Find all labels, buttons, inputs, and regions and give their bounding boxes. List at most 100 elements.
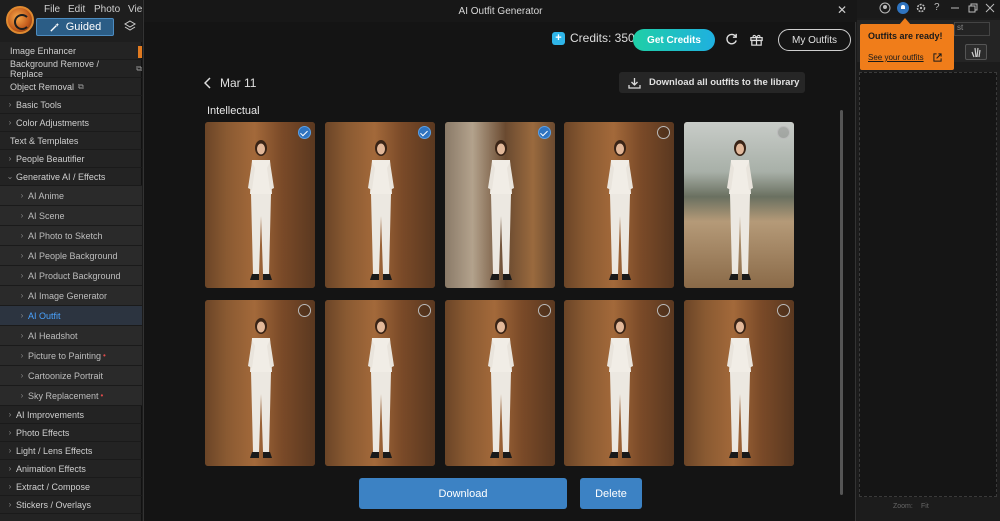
checked-checkbox-icon[interactable] <box>538 126 551 139</box>
tool-item-label: Object Removal <box>10 81 75 92</box>
canvas-area[interactable] <box>859 72 997 497</box>
notification-icon[interactable] <box>897 2 909 14</box>
tool-item-label: Background Remove / Replace <box>10 58 100 79</box>
chevron-right-icon: › <box>8 428 12 437</box>
menu-view[interactable]: View <box>128 4 142 15</box>
panel-dropdown[interactable]: st <box>954 22 990 36</box>
tool-item-extract-compose[interactable]: › Extract / Compose <box>0 478 142 496</box>
tool-item-ai-anime[interactable]: › AI Anime <box>0 186 142 206</box>
hand-tool-icon[interactable] <box>965 44 987 60</box>
gear-icon[interactable] <box>915 2 927 14</box>
app-topbar: File Edit Photo View Guided <box>0 0 142 42</box>
close-icon[interactable]: ✕ <box>835 3 849 17</box>
chevron-down-icon: ⌄ <box>6 172 14 181</box>
see-outfits-link[interactable]: See your outfits <box>868 53 924 62</box>
tool-item-photo-effects[interactable]: › Photo Effects <box>0 424 142 442</box>
grid-scrollbar[interactable] <box>840 110 843 495</box>
tool-item-light-lens-effects[interactable]: › Light / Lens Effects <box>0 442 142 460</box>
right-workspace-panel: ? Zoom: Fit <box>857 0 1000 521</box>
tool-item-generative-ai-effects[interactable]: ⌄ Generative AI / Effects <box>0 168 142 186</box>
download-button[interactable]: Download <box>359 478 567 509</box>
outfit-thumbnail[interactable] <box>445 122 555 288</box>
unchecked-checkbox-icon[interactable] <box>298 304 311 317</box>
new-badge-icon: • <box>100 391 104 400</box>
chevron-right-icon: › <box>8 482 12 491</box>
tool-item-object-removal[interactable]: Object Removal ⧉ <box>0 78 142 96</box>
unchecked-checkbox-icon[interactable] <box>418 304 431 317</box>
tool-item-color-adjustments[interactable]: › Color Adjustments <box>0 114 142 132</box>
back-button[interactable]: Mar 11 <box>204 76 256 90</box>
tool-item-basic-tools[interactable]: › Basic Tools <box>0 96 142 114</box>
tool-item-ai-scene[interactable]: › AI Scene <box>0 206 142 226</box>
unchecked-checkbox-icon[interactable] <box>657 126 670 139</box>
tool-item-image-enhancer[interactable]: Image Enhancer <box>0 42 142 60</box>
delete-button[interactable]: Delete <box>580 478 642 509</box>
outfit-thumbnail[interactable] <box>325 122 435 288</box>
tool-item-stickers-overlays[interactable]: › Stickers / Overlays <box>0 496 142 514</box>
chevron-right-icon: › <box>20 331 24 340</box>
chevron-right-icon: › <box>20 231 24 240</box>
my-outfits-button[interactable]: My Outfits <box>778 29 851 51</box>
model-figure <box>248 318 274 458</box>
outfit-thumbnail[interactable] <box>445 300 555 466</box>
unchecked-checkbox-icon[interactable] <box>657 304 670 317</box>
tool-item-sky-replacement[interactable]: › Sky Replacement • <box>0 386 142 406</box>
download-all-button[interactable]: Download all outfits to the library <box>619 72 805 93</box>
close-window-icon[interactable] <box>984 2 996 14</box>
toast-title: Outfits are ready! <box>868 31 943 41</box>
refresh-icon[interactable] <box>724 32 739 47</box>
model-figure <box>248 140 274 280</box>
new-badge-icon: • <box>103 351 106 360</box>
tool-item-ai-people-background[interactable]: › AI People Background <box>0 246 142 266</box>
unchecked-checkbox-icon[interactable] <box>777 304 790 317</box>
credits-display: + Credits: 350 <box>552 31 635 45</box>
tool-item-picture-to-painting[interactable]: › Picture to Painting • <box>0 346 142 366</box>
chevron-right-icon: › <box>8 446 12 455</box>
tool-item-cartoonize-portrait[interactable]: › Cartoonize Portrait <box>0 366 142 386</box>
menu-file[interactable]: File <box>44 4 60 15</box>
chevron-right-icon: › <box>8 410 12 419</box>
outfit-thumbnail[interactable] <box>564 300 674 466</box>
tool-item-label: Cartoonize Portrait <box>28 370 104 381</box>
gift-icon[interactable] <box>749 32 764 47</box>
tool-item-animation-effects[interactable]: › Animation Effects <box>0 460 142 478</box>
session-date: Mar 11 <box>220 76 257 90</box>
zoom-value[interactable]: Fit <box>921 503 929 510</box>
tool-item-label: Text & Templates <box>10 135 79 146</box>
guided-mode-button[interactable]: Guided <box>36 18 114 36</box>
layers-icon[interactable] <box>124 20 136 32</box>
outfit-thumbnail[interactable] <box>325 300 435 466</box>
tool-item-label: AI Headshot <box>28 330 78 341</box>
restore-icon[interactable] <box>967 2 979 14</box>
tool-item-label: Sky Replacement <box>28 390 99 401</box>
unchecked-checkbox-icon[interactable] <box>538 304 551 317</box>
chevron-right-icon: › <box>20 371 24 380</box>
tool-item-ai-outfit[interactable]: › AI Outfit <box>0 306 142 326</box>
model-figure <box>727 318 753 458</box>
outfit-thumbnail[interactable] <box>205 300 315 466</box>
external-link-icon[interactable] <box>933 53 942 62</box>
tool-item-ai-headshot[interactable]: › AI Headshot <box>0 326 142 346</box>
tool-item-label: AI Image Generator <box>28 290 108 301</box>
window-controls-bar: ? <box>857 0 1000 18</box>
checked-checkbox-icon[interactable] <box>418 126 431 139</box>
help-icon[interactable]: ? <box>934 2 946 14</box>
tool-item-text-templates[interactable]: Text & Templates <box>0 132 142 150</box>
menu-edit[interactable]: Edit <box>68 4 85 15</box>
get-credits-button[interactable]: Get Credits <box>633 29 715 51</box>
unchecked-checkbox-icon[interactable] <box>777 126 790 139</box>
account-icon[interactable] <box>879 2 891 14</box>
outfit-thumbnail[interactable] <box>684 122 794 288</box>
outfit-thumbnail[interactable] <box>684 300 794 466</box>
minimize-icon[interactable] <box>949 2 961 14</box>
tool-item-ai-image-generator[interactable]: › AI Image Generator <box>0 286 142 306</box>
tool-item-background-remove-replace[interactable]: Background Remove / Replace ⧉ <box>0 58 142 79</box>
menu-photo[interactable]: Photo <box>94 4 120 15</box>
outfit-thumbnail[interactable] <box>205 122 315 288</box>
outfit-thumbnail[interactable] <box>564 122 674 288</box>
tool-item-people-beautifier[interactable]: › People Beautifier <box>0 150 142 168</box>
checked-checkbox-icon[interactable] <box>298 126 311 139</box>
tool-item-ai-improvements[interactable]: › AI Improvements <box>0 406 142 424</box>
tool-item-ai-photo-to-sketch[interactable]: › AI Photo to Sketch <box>0 226 142 246</box>
tool-item-ai-product-background[interactable]: › AI Product Background <box>0 266 142 286</box>
